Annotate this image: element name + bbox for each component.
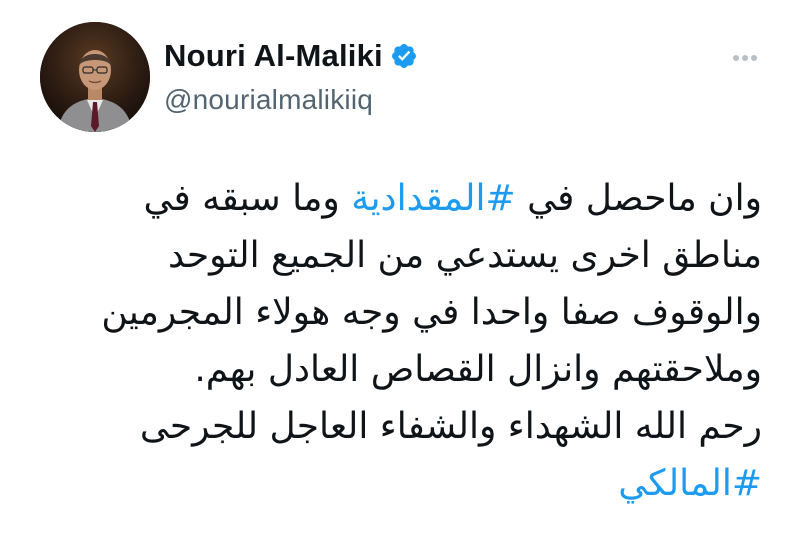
author-handle[interactable]: @nourialmalikiiq — [164, 84, 418, 116]
avatar[interactable] — [40, 22, 150, 132]
display-name-row: Nouri Al-Maliki — [164, 36, 418, 76]
tweet-text-segment: رحم الله ال — [602, 406, 762, 447]
author-display-name[interactable]: Nouri Al-Maliki — [164, 38, 383, 74]
author-names: Nouri Al-Maliki @nourialmalikiiq — [164, 36, 418, 116]
tweet-line-6: #المالكي — [32, 455, 762, 512]
hashtag-link-maliki[interactable]: #المالكي — [618, 463, 762, 504]
person-portrait-icon — [40, 22, 150, 132]
tweet-line-2: مناطق اخرى يستدعي من الجميع التوحد — [168, 235, 762, 276]
tweet-text-segment: وان ماحصل في — [515, 178, 762, 219]
tweet-text-segment: وما سبقه في — [143, 178, 352, 219]
more-horizontal-icon[interactable] — [732, 49, 758, 61]
tweet-line-3: والوقوف صفا واحدا في وجه هولاء المجرمين — [101, 292, 762, 333]
hashtag-link-muqdadiya[interactable]: #المقدادية — [351, 178, 515, 219]
tweet-text-segment: شهداء والشفاء العاجل للجرحى — [139, 406, 603, 447]
tweet-line-1: وان ماحصل في #المقدادية وما سبقه في — [32, 170, 762, 227]
tweet-line-5: رحم الله الشهداء والشفاء العاجل للجرحى — [32, 398, 762, 455]
tweet-card: Nouri Al-Maliki @nourialmalikiiq وان ماح… — [0, 0, 800, 542]
tweet-header: Nouri Al-Maliki @nourialmalikiiq — [40, 22, 760, 132]
verified-badge-icon — [390, 42, 418, 70]
tweet-text: وان ماحصل في #المقدادية وما سبقه في مناط… — [32, 170, 762, 512]
tweet-line-4: وملاحقتهم وانزال القصاص العادل بهم. — [194, 349, 762, 390]
